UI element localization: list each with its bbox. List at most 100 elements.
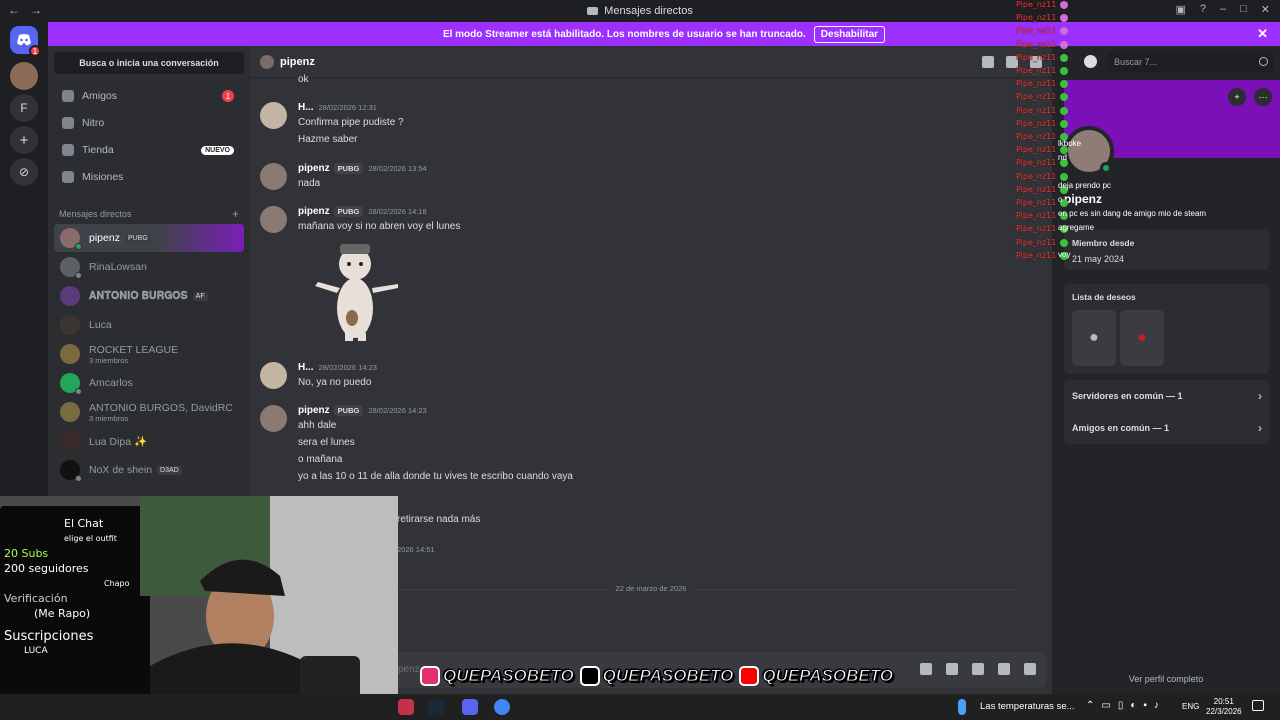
app-icon[interactable]	[398, 699, 414, 715]
nav-quests[interactable]: Misiones	[54, 165, 244, 189]
chevron-right-icon: ›	[1258, 421, 1262, 435]
help-icon[interactable]: ?	[1200, 3, 1206, 16]
dm-rinalowsan[interactable]: RinaLowsan	[54, 253, 244, 281]
heart-emote-icon	[1060, 14, 1068, 23]
notifications-icon[interactable]	[1252, 700, 1264, 711]
close-banner-icon[interactable]: ✕	[1257, 26, 1268, 42]
overlay-username: Pipe_nz11	[1016, 171, 1057, 181]
discover-button[interactable]: ⊘	[10, 158, 38, 186]
overlay-username: Pipe_nz11	[1016, 237, 1057, 247]
avatar[interactable]	[260, 102, 287, 129]
dm-antonio-burgos[interactable]: 𝐀𝐍𝐓𝐎𝐍𝐈𝐎 𝐁𝐔𝐑𝐆𝐎𝐒 AF	[54, 282, 244, 310]
chrome-icon[interactable]	[494, 699, 510, 715]
frog-emote-icon	[1060, 106, 1068, 115]
wishlist-item[interactable]: ●	[1072, 310, 1116, 366]
maximize-button[interactable]: □	[1240, 3, 1247, 16]
server-avatar[interactable]	[10, 62, 38, 90]
clock[interactable]: 20:51 22/3/2026	[1206, 697, 1242, 717]
nav-shop[interactable]: Tienda NUEVO	[54, 138, 244, 162]
overlay-username: Pipe_nz11	[1016, 79, 1057, 89]
steam-icon[interactable]	[428, 699, 444, 715]
avatar[interactable]	[260, 405, 287, 432]
avatar[interactable]	[260, 163, 287, 190]
group-avatar	[60, 402, 80, 422]
game-tag: PUBG	[124, 233, 151, 243]
cat-sticker[interactable]	[310, 238, 405, 343]
overlay-username: Pipe_nz11	[1016, 145, 1057, 155]
overlay-username: Pipe_nz11	[1016, 198, 1057, 207]
unread-badge: 1	[29, 45, 41, 57]
emoji-icon[interactable]	[998, 663, 1010, 675]
voice-call-icon[interactable]	[982, 56, 994, 68]
author-name[interactable]: pipenz PUBG 28/02/2026 14:18	[298, 206, 427, 217]
find-conversation-button[interactable]: Busca o inicia una conversación	[54, 52, 244, 74]
avatar	[60, 257, 82, 279]
discord-taskbar-icon[interactable]	[462, 699, 478, 715]
tiktok-handle: QUEPASOBETO	[579, 666, 734, 686]
close-window-button[interactable]: ✕	[1261, 3, 1270, 16]
add-friend-icon[interactable]: +	[1228, 88, 1246, 106]
overlay-username: Pipe_nz11	[1016, 66, 1057, 75]
create-dm-icon[interactable]: +	[232, 207, 239, 221]
wishlist-item[interactable]: ●	[1120, 310, 1164, 366]
chevron-right-icon: ›	[1258, 389, 1262, 403]
streamer-mode-banner: El modo Streamer está habilitado. Los no…	[48, 22, 1280, 46]
disable-streamer-button[interactable]: Deshabilitar	[813, 25, 886, 43]
dm-group-rocket-league[interactable]: ROCKET LEAGUE 3 miembros	[54, 340, 244, 368]
window-title: Mensajes directos	[0, 5, 1280, 17]
frog-emote-icon	[1060, 93, 1068, 102]
banner-text: El modo Streamer está habilitado. Los no…	[442, 28, 806, 40]
home-button[interactable]: 1	[10, 26, 41, 57]
nav-nitro[interactable]: Nitro	[54, 111, 244, 135]
more-options-icon[interactable]: ⋯	[1254, 88, 1272, 106]
avatar[interactable]	[260, 206, 287, 233]
author-name[interactable]: pipenz PUBG 28/02/2026 14:23	[298, 405, 427, 416]
wishlist-card: Lista de deseos ● ●	[1064, 284, 1270, 374]
gif-icon[interactable]	[946, 663, 958, 675]
author-name[interactable]: H... 28/02/2026 14:23	[298, 362, 377, 373]
shop-icon	[62, 144, 74, 156]
mutual-friends-row[interactable]: Amigos en común — 1 ›	[1064, 414, 1270, 442]
language-indicator[interactable]: ENG	[1182, 702, 1199, 711]
avatar[interactable]	[260, 362, 287, 389]
webcam-feed: El Chat elige el outfit 20 Subs 200 segu…	[0, 496, 398, 720]
overlay-username: Pipe_nz11	[1016, 224, 1057, 234]
dm-group-antonio-davidrc[interactable]: ANTONIO BURGOS, DavidRC 3 miembros	[54, 398, 244, 426]
dm-amcarlos[interactable]: Amcarlos	[54, 369, 244, 397]
dm-luca[interactable]: Luca	[54, 311, 244, 339]
view-full-profile-link[interactable]: Ver perfil completo	[1052, 674, 1280, 684]
youtube-icon	[739, 666, 760, 686]
search-input[interactable]: Buscar 7...	[1108, 52, 1274, 72]
dm-nox-de-shein[interactable]: NoX de shein D3AD	[54, 456, 244, 484]
avatar	[60, 286, 80, 306]
instagram-icon	[420, 666, 440, 686]
add-server-button[interactable]: +	[10, 126, 38, 154]
overlay-username: Pipe_nz11	[1016, 132, 1057, 141]
dm-pipenz[interactable]: pipenz PUBG	[54, 224, 244, 252]
author-name[interactable]: H... 28/02/2026 12:31	[298, 102, 377, 113]
heart-emote-icon	[1060, 40, 1068, 49]
minimize-button[interactable]: –	[1220, 3, 1226, 16]
nav-friends[interactable]: Amigos 1	[54, 84, 244, 108]
dm-lua-dipa[interactable]: Lua Dipa ✨	[54, 427, 244, 455]
os-taskbar: Las temperaturas se... ⌃▭▯◐▪♪ ENG 20:51 2…	[0, 694, 1280, 720]
author-name[interactable]: pipenz PUBG 28/02/2026 13:54	[298, 163, 427, 174]
overlay-username: Pipe_nz11	[1016, 211, 1057, 221]
window-controls: ▣ ? – □ ✕	[1175, 3, 1270, 16]
sticker-icon[interactable]	[972, 663, 984, 675]
friends-count-badge: 1	[222, 90, 234, 102]
heart-emote-icon	[1060, 1, 1068, 9]
server-f[interactable]: F	[10, 94, 38, 122]
group-avatar	[60, 344, 80, 364]
overlay-username: Pipe_nz11	[1016, 184, 1057, 194]
mutual-servers-row[interactable]: Servidores en común — 1 ›	[1064, 382, 1270, 410]
new-pill: NUEVO	[201, 145, 234, 155]
inbox-icon[interactable]: ▣	[1175, 3, 1185, 16]
weather-widget[interactable]: Las temperaturas se...	[980, 701, 1075, 712]
apps-icon[interactable]	[1024, 663, 1036, 675]
avatar	[60, 431, 80, 451]
frog-emote-icon	[1060, 238, 1068, 247]
gift-icon[interactable]	[920, 663, 932, 675]
nitro-icon	[62, 117, 74, 129]
game-tag: D3AD	[157, 465, 182, 475]
